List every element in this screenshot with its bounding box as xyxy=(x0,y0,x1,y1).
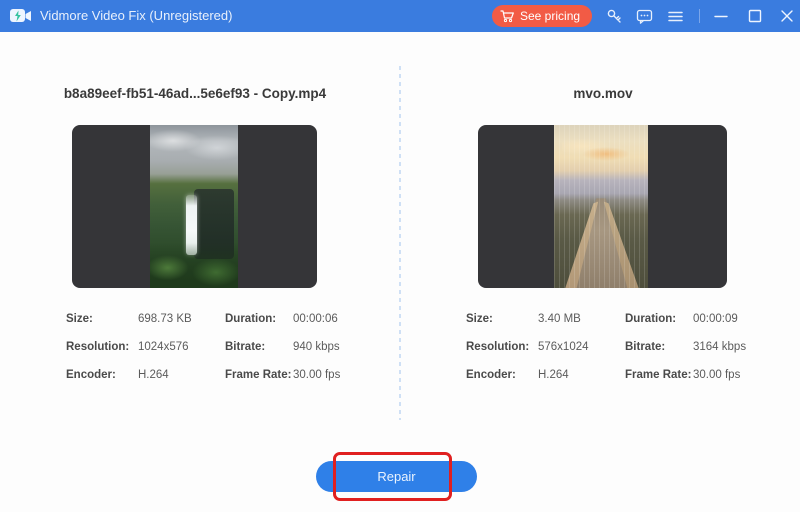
right-video-stats: Size: 3.40 MB Duration: 00:00:09 Resolut… xyxy=(466,311,786,395)
left-video-filename: b8a89eef-fb51-46ad...5e6ef93 - Copy.mp4 xyxy=(60,86,330,104)
stat-value: H.264 xyxy=(538,367,625,383)
left-video-stats: Size: 698.73 KB Duration: 00:00:06 Resol… xyxy=(66,311,386,395)
vidmore-video-fix-window: Vidmore Video Fix (Unregistered) See pri… xyxy=(0,0,800,512)
stat-value: 30.00 fps xyxy=(293,367,386,383)
stat-row: Encoder: H.264 Frame Rate: 30.00 fps xyxy=(66,367,386,383)
repair-button[interactable]: Repair xyxy=(316,461,477,492)
right-video-thumbnail xyxy=(478,125,727,288)
stat-label: Duration: xyxy=(625,311,693,327)
see-pricing-button[interactable]: See pricing xyxy=(492,5,592,27)
foliage-art xyxy=(150,243,238,288)
left-video-thumbnail xyxy=(72,125,317,288)
stat-value: 940 kbps xyxy=(293,339,386,355)
glitch-stripes-art xyxy=(554,125,648,288)
panel-divider xyxy=(399,66,401,420)
stat-value: 576x1024 xyxy=(538,339,625,355)
stat-label: Bitrate: xyxy=(625,339,693,355)
stat-row: Encoder: H.264 Frame Rate: 30.00 fps xyxy=(466,367,786,383)
close-icon[interactable] xyxy=(778,7,796,25)
stat-row: Size: 3.40 MB Duration: 00:00:09 xyxy=(466,311,786,327)
stat-label: Frame Rate: xyxy=(625,367,693,383)
stat-value: H.264 xyxy=(138,367,225,383)
hamburger-menu-icon[interactable] xyxy=(667,8,684,25)
stat-value: 00:00:06 xyxy=(293,311,386,327)
stat-value: 3.40 MB xyxy=(538,311,625,327)
cart-icon xyxy=(500,9,515,23)
minimize-icon[interactable] xyxy=(712,7,730,25)
window-title: Vidmore Video Fix (Unregistered) xyxy=(40,0,232,32)
boardwalk-video-frame xyxy=(554,125,648,288)
see-pricing-label: See pricing xyxy=(520,9,580,23)
feedback-chat-icon[interactable] xyxy=(636,8,653,25)
stat-value: 00:00:09 xyxy=(693,311,786,327)
titlebar-separator xyxy=(699,9,700,23)
stat-label: Resolution: xyxy=(66,339,138,355)
titlebar: Vidmore Video Fix (Unregistered) See pri… xyxy=(0,0,800,32)
register-key-icon[interactable] xyxy=(606,8,623,25)
stat-label: Encoder: xyxy=(66,367,138,383)
stat-label: Encoder: xyxy=(466,367,538,383)
cloud-art xyxy=(150,125,238,167)
stat-row: Resolution: 576x1024 Bitrate: 3164 kbps xyxy=(466,339,786,355)
waterfall-video-frame xyxy=(150,125,238,288)
stat-value: 30.00 fps xyxy=(693,367,786,383)
stat-label: Frame Rate: xyxy=(225,367,293,383)
stat-label: Size: xyxy=(466,311,538,327)
stat-label: Size: xyxy=(66,311,138,327)
stat-value: 1024x576 xyxy=(138,339,225,355)
stat-label: Duration: xyxy=(225,311,293,327)
maximize-icon[interactable] xyxy=(746,7,764,25)
stat-value: 3164 kbps xyxy=(693,339,786,355)
stat-label: Resolution: xyxy=(466,339,538,355)
stat-value: 698.73 KB xyxy=(138,311,225,327)
stat-row: Size: 698.73 KB Duration: 00:00:06 xyxy=(66,311,386,327)
stat-row: Resolution: 1024x576 Bitrate: 940 kbps xyxy=(66,339,386,355)
stat-label: Bitrate: xyxy=(225,339,293,355)
right-video-filename: mvo.mov xyxy=(468,86,738,104)
app-logo-icon xyxy=(10,6,32,26)
